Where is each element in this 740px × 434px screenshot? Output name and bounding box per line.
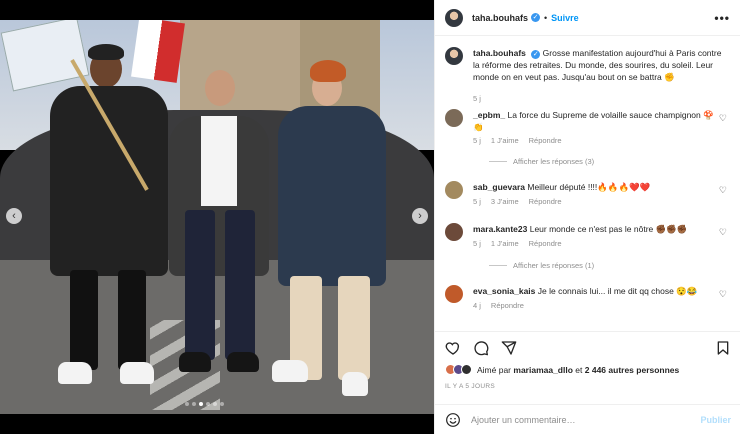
comment-reply-button[interactable]: Répondre: [491, 301, 524, 310]
comment-like-heart-icon[interactable]: ♡: [719, 185, 727, 196]
smiley-icon[interactable]: [445, 412, 461, 428]
commenter-avatar[interactable]: [445, 181, 463, 199]
comment-text: Meilleur député !!!!🔥🔥🔥❤️❤️: [527, 182, 651, 192]
heart-icon[interactable]: [445, 340, 461, 356]
comment-input[interactable]: [471, 414, 691, 425]
carousel-dot: [206, 402, 210, 406]
carousel-dot: [199, 402, 203, 406]
commenter-avatar[interactable]: [445, 223, 463, 241]
comment-username[interactable]: _epbm_: [473, 110, 505, 120]
commenter-avatar[interactable]: [445, 109, 463, 127]
comment-icon[interactable]: [473, 340, 489, 356]
liker-username[interactable]: mariamaa_dllo: [513, 365, 573, 375]
bookmark-icon[interactable]: [715, 340, 731, 356]
more-options-icon[interactable]: •••: [714, 11, 730, 25]
likes-summary: Aimé par mariamaa_dllo et 2 446 autres p…: [445, 364, 679, 375]
comment-username[interactable]: eva_sonia_kais: [473, 286, 535, 296]
comment-like-heart-icon[interactable]: ♡: [719, 113, 727, 124]
post-photo: [0, 20, 434, 414]
verified-badge-icon: ✓: [531, 50, 541, 59]
comment-likes-count[interactable]: 3 J'aime: [491, 197, 519, 206]
comment-username[interactable]: mara.kante23: [473, 224, 527, 234]
likes-others-link[interactable]: 2 446 autres personnes: [585, 365, 680, 375]
comment-likes-count[interactable]: 1 J'aime: [491, 136, 519, 145]
comment-time: 4 j: [473, 301, 481, 310]
comment-text: Je le connais lui... il me dit qq chose …: [537, 286, 698, 296]
carousel-prev-button[interactable]: ‹: [6, 208, 22, 224]
add-comment-bar: Publier: [435, 404, 740, 434]
carousel-dot: [220, 402, 224, 406]
carousel-dots: [185, 402, 224, 406]
carousel-dot: [213, 402, 217, 406]
comment-reply-button[interactable]: Répondre: [529, 239, 562, 248]
liker-avatars: [445, 364, 472, 375]
view-replies-button[interactable]: Afficher les réponses (3): [489, 157, 594, 166]
post-panel: taha.bouhafs ✓ • Suivre ••• taha.bouhafs…: [434, 0, 740, 434]
comment-likes-count[interactable]: 1 J'aime: [491, 239, 519, 248]
action-bar: [435, 331, 740, 363]
comment-like-heart-icon[interactable]: ♡: [719, 227, 727, 238]
carousel-dot: [185, 402, 189, 406]
verified-badge-icon: ✓: [531, 13, 541, 22]
comment-reply-button[interactable]: Répondre: [529, 136, 562, 145]
comment-username[interactable]: sab_guevara: [473, 182, 525, 192]
comment-text: Leur monde ce n'est pas le nôtre ✊🏾✊🏾✊🏾: [529, 224, 688, 234]
comment-text: La force du Supreme de volaille sauce ch…: [473, 110, 714, 132]
comment-like-heart-icon[interactable]: ♡: [719, 289, 727, 300]
caption-time: 5 j: [473, 94, 481, 103]
send-icon[interactable]: [501, 340, 517, 356]
author-username[interactable]: taha.bouhafs: [472, 13, 528, 23]
post-date: IL Y A 5 JOURS: [445, 383, 495, 390]
author-avatar[interactable]: [445, 47, 463, 65]
comment-reply-button[interactable]: Répondre: [529, 197, 562, 206]
follow-button[interactable]: Suivre: [551, 13, 579, 23]
author-avatar[interactable]: [445, 8, 463, 27]
commenter-avatar[interactable]: [445, 285, 463, 303]
comment-time: 5 j: [473, 239, 481, 248]
post-header: taha.bouhafs ✓ • Suivre •••: [435, 0, 740, 36]
view-replies-button[interactable]: Afficher les réponses (1): [489, 261, 594, 270]
caption-username[interactable]: taha.bouhafs: [473, 48, 526, 58]
carousel-next-button[interactable]: ›: [412, 208, 428, 224]
post-media: ‹ ›: [0, 0, 434, 434]
comment-time: 5 j: [473, 197, 481, 206]
publish-button[interactable]: Publier: [700, 415, 731, 425]
comment-time: 5 j: [473, 136, 481, 145]
carousel-dot: [192, 402, 196, 406]
comments-list: taha.bouhafs ✓ Grosse manifestation aujo…: [435, 37, 740, 330]
